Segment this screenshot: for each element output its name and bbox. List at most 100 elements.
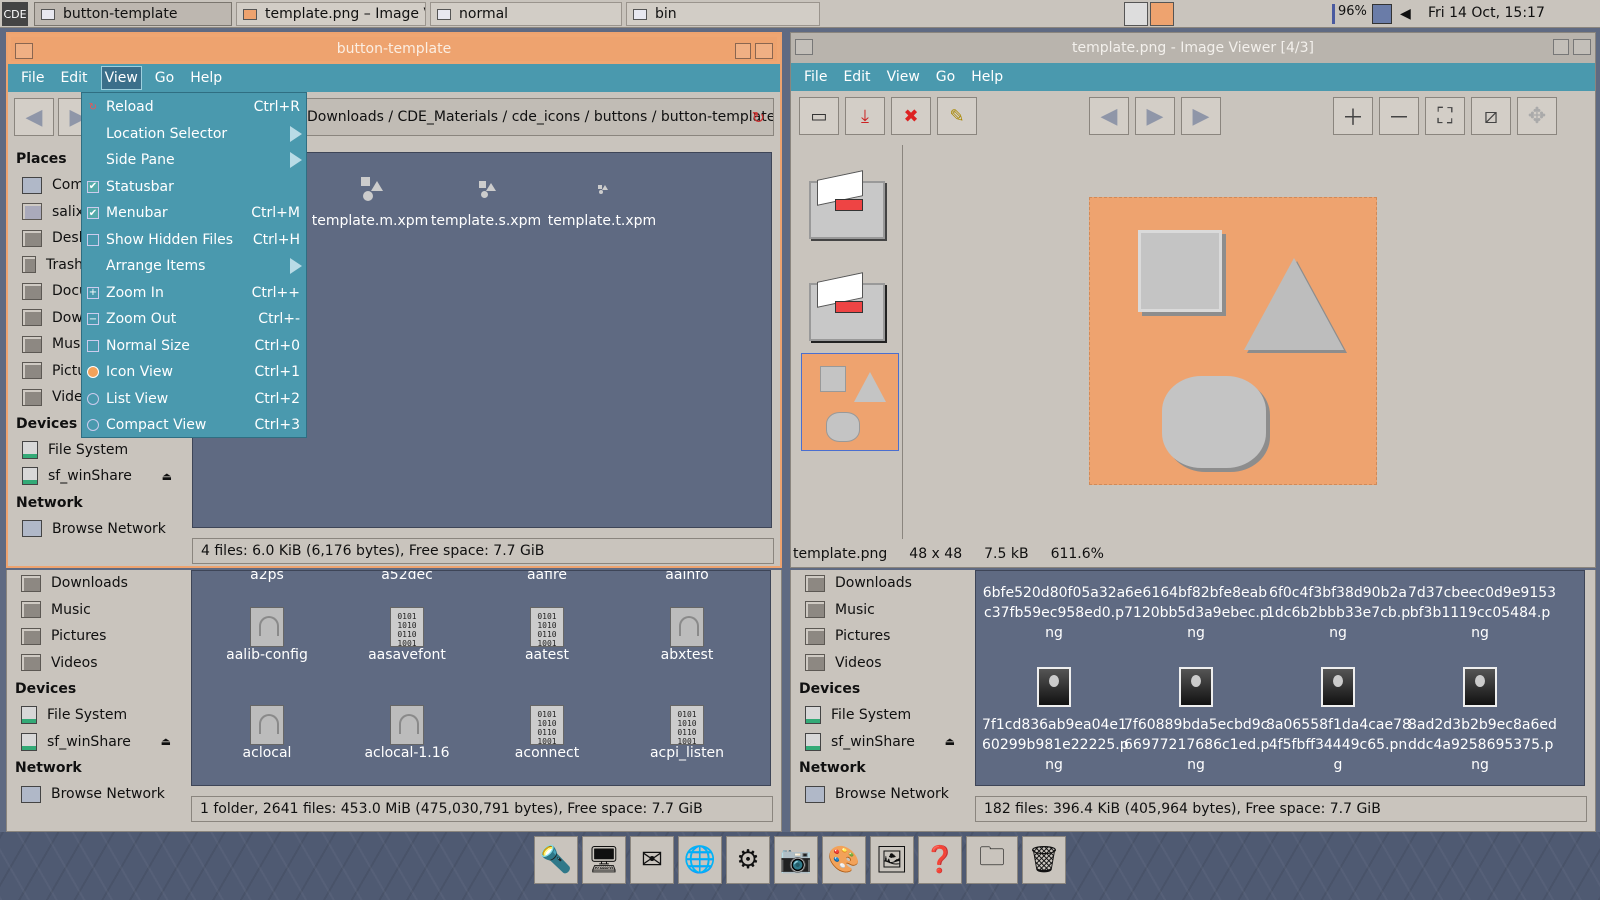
task-image-viewer[interactable]: template.png – Image Vi... <box>236 2 426 26</box>
reload-icon[interactable]: ↻ <box>752 108 765 127</box>
menu-help[interactable]: Help <box>187 67 225 89</box>
fullscreen-button[interactable]: ✥ <box>1517 97 1557 135</box>
zoom-fit-button[interactable]: ⧄ <box>1471 97 1511 135</box>
first-image-button[interactable]: ◀ <box>1089 97 1129 135</box>
help-icon[interactable]: ❓ <box>918 836 962 884</box>
file-item[interactable]: 0101 1010 0110 1001 acpi_listen <box>622 705 752 761</box>
last-image-button[interactable]: ▶ <box>1181 97 1221 135</box>
title-bar[interactable]: template.png - Image Viewer [4/3] <box>791 33 1595 63</box>
open-folder-button[interactable]: ▭ <box>799 97 839 135</box>
menu-item-icon-view[interactable]: Icon View Ctrl+1 <box>82 359 306 386</box>
cde-logo[interactable]: CDE <box>2 2 28 26</box>
globe-icon[interactable]: 🌐 <box>678 836 722 884</box>
network-icon[interactable] <box>1372 4 1392 24</box>
eject-icon[interactable]: ⏏ <box>945 735 955 748</box>
browse-network[interactable]: Browse Network <box>791 781 959 808</box>
file-item[interactable]: template.m.xpm <box>305 177 435 229</box>
image-canvas[interactable] <box>905 145 1595 539</box>
device-filesystem[interactable]: File System <box>7 702 175 729</box>
radio-unselected-icon[interactable] <box>87 419 99 432</box>
title-bar[interactable]: button-template <box>8 34 780 64</box>
task-bin[interactable]: bin <box>626 2 820 26</box>
file-item[interactable]: 0101 1010 0110 1001 aatest <box>482 607 612 663</box>
menu-view[interactable]: View <box>884 66 923 88</box>
file-name-partial[interactable]: aainfo <box>622 571 752 583</box>
file-item[interactable]: 6bfe520d80f05a32a c37fb59ec958ed0.p ng <box>982 583 1126 643</box>
device-sfwinshare[interactable]: sf_winShare ⏏ <box>8 463 176 490</box>
maximize-button[interactable] <box>1573 39 1591 55</box>
place-videos[interactable]: Videos <box>7 650 175 677</box>
file-item[interactable]: 8ad2d3b2b9ec8a6ed ddc4a9258695375.p ng <box>1408 667 1557 775</box>
checkbox-checked-icon[interactable]: ✔ <box>87 207 99 220</box>
task-normal[interactable]: normal <box>430 2 622 26</box>
menu-item-show-hidden[interactable]: Show Hidden Files Ctrl+H <box>82 227 306 254</box>
flashlight-icon[interactable]: 🔦 <box>534 836 578 884</box>
checkbox-checked-icon[interactable]: ✔ <box>87 180 99 193</box>
back-button[interactable]: ◀ <box>14 98 54 136</box>
browse-network[interactable]: Browse Network <box>8 516 176 543</box>
delete-button[interactable]: ✖ <box>891 97 931 135</box>
thumbnail[interactable] <box>807 255 889 345</box>
browse-network[interactable]: Browse Network <box>7 781 175 808</box>
minimize-button[interactable] <box>1553 39 1569 55</box>
edit-button[interactable]: ✎ <box>937 97 977 135</box>
terminal-icon[interactable]: 🖥 <box>582 836 626 884</box>
menu-edit[interactable]: Edit <box>57 67 90 89</box>
place-music[interactable]: Music <box>791 597 959 624</box>
file-item[interactable]: abxtest <box>622 607 752 663</box>
tools-icon[interactable]: ⚙ <box>726 836 770 884</box>
place-pictures[interactable]: Pictures <box>791 623 959 650</box>
fit-window-button[interactable]: ⛶ <box>1425 97 1465 135</box>
menu-go[interactable]: Go <box>152 67 177 89</box>
menu-item-reload[interactable]: ↻ Reload Ctrl+R <box>82 94 306 121</box>
folder-icon[interactable]: 🗀 <box>966 836 1018 884</box>
file-name-partial[interactable]: aafire <box>482 571 612 583</box>
zoom-in-button[interactable]: ＋ <box>1333 97 1373 135</box>
thumbnail-selected[interactable] <box>801 353 899 451</box>
device-sfwinshare[interactable]: sf_winShare ⏏ <box>7 729 175 756</box>
place-downloads[interactable]: Downloads <box>7 570 175 597</box>
minimize-button[interactable] <box>735 43 751 59</box>
image-editor-icon[interactable]: 🖼 <box>870 836 914 884</box>
task-button-template[interactable]: button-template <box>34 2 232 26</box>
file-item[interactable]: 0101 1010 0110 1001 aasavefont <box>342 607 472 663</box>
zoom-out-button[interactable]: － <box>1379 97 1419 135</box>
place-downloads[interactable]: Downloads <box>791 570 959 597</box>
file-item[interactable]: 6f0c4f3bf38d90b2a 1dc6b2bbb33e7cb.p ng <box>1266 583 1410 643</box>
menu-item-statusbar[interactable]: ✔ Statusbar <box>82 174 306 201</box>
workspace-pager[interactable] <box>1124 2 1174 26</box>
file-item[interactable]: 6e6164bf82bfe8eab 7120bb5d3a9ebec.p ng <box>1124 583 1269 643</box>
volume-icon[interactable]: ◀ <box>1400 6 1414 22</box>
next-image-button[interactable]: ▶ <box>1135 97 1175 135</box>
menu-item-menubar[interactable]: ✔ Menubar Ctrl+M <box>82 200 306 227</box>
file-item[interactable]: template.s.xpm <box>421 177 551 229</box>
mail-icon[interactable]: ✉ <box>630 836 674 884</box>
radio-unselected-icon[interactable] <box>87 392 99 405</box>
device-filesystem[interactable]: File System <box>8 437 176 464</box>
file-item[interactable]: aclocal-1.16 <box>342 705 472 761</box>
menu-go[interactable]: Go <box>933 66 958 88</box>
file-item[interactable]: 0101 1010 0110 1001 aconnect <box>482 705 612 761</box>
radio-selected-icon[interactable] <box>87 366 99 379</box>
menu-help[interactable]: Help <box>968 66 1006 88</box>
thumbnail[interactable] <box>807 153 889 243</box>
device-filesystem[interactable]: File System <box>791 702 959 729</box>
menu-item-location-selector[interactable]: Location Selector <box>82 121 306 148</box>
camera-icon[interactable]: 📷 <box>774 836 818 884</box>
menu-item-zoom-in[interactable]: + Zoom In Ctrl++ <box>82 280 306 307</box>
menu-item-arrange-items[interactable]: Arrange Items <box>82 253 306 280</box>
window-menu-button[interactable] <box>795 39 813 55</box>
place-pictures[interactable]: Pictures <box>7 623 175 650</box>
location-bar[interactable]: Downloads / CDE_Materials / cde_icons / … <box>298 98 774 136</box>
menu-item-compact-view[interactable]: Compact View Ctrl+3 <box>82 412 306 439</box>
menu-item-list-view[interactable]: List View Ctrl+2 <box>82 386 306 413</box>
menu-file[interactable]: File <box>18 67 47 89</box>
place-music[interactable]: Music <box>7 597 175 624</box>
file-item[interactable]: aalib-config <box>202 607 332 663</box>
file-item[interactable]: 7d37cbeec0d9e9153 bf3b1119cc05484.p ng <box>1408 583 1556 643</box>
save-button[interactable]: ⤓ <box>845 97 885 135</box>
menu-item-side-pane[interactable]: Side Pane <box>82 147 306 174</box>
checkbox-unchecked-icon[interactable] <box>87 233 99 246</box>
menu-file[interactable]: File <box>801 66 830 88</box>
eject-icon[interactable]: ⏏ <box>161 735 171 748</box>
